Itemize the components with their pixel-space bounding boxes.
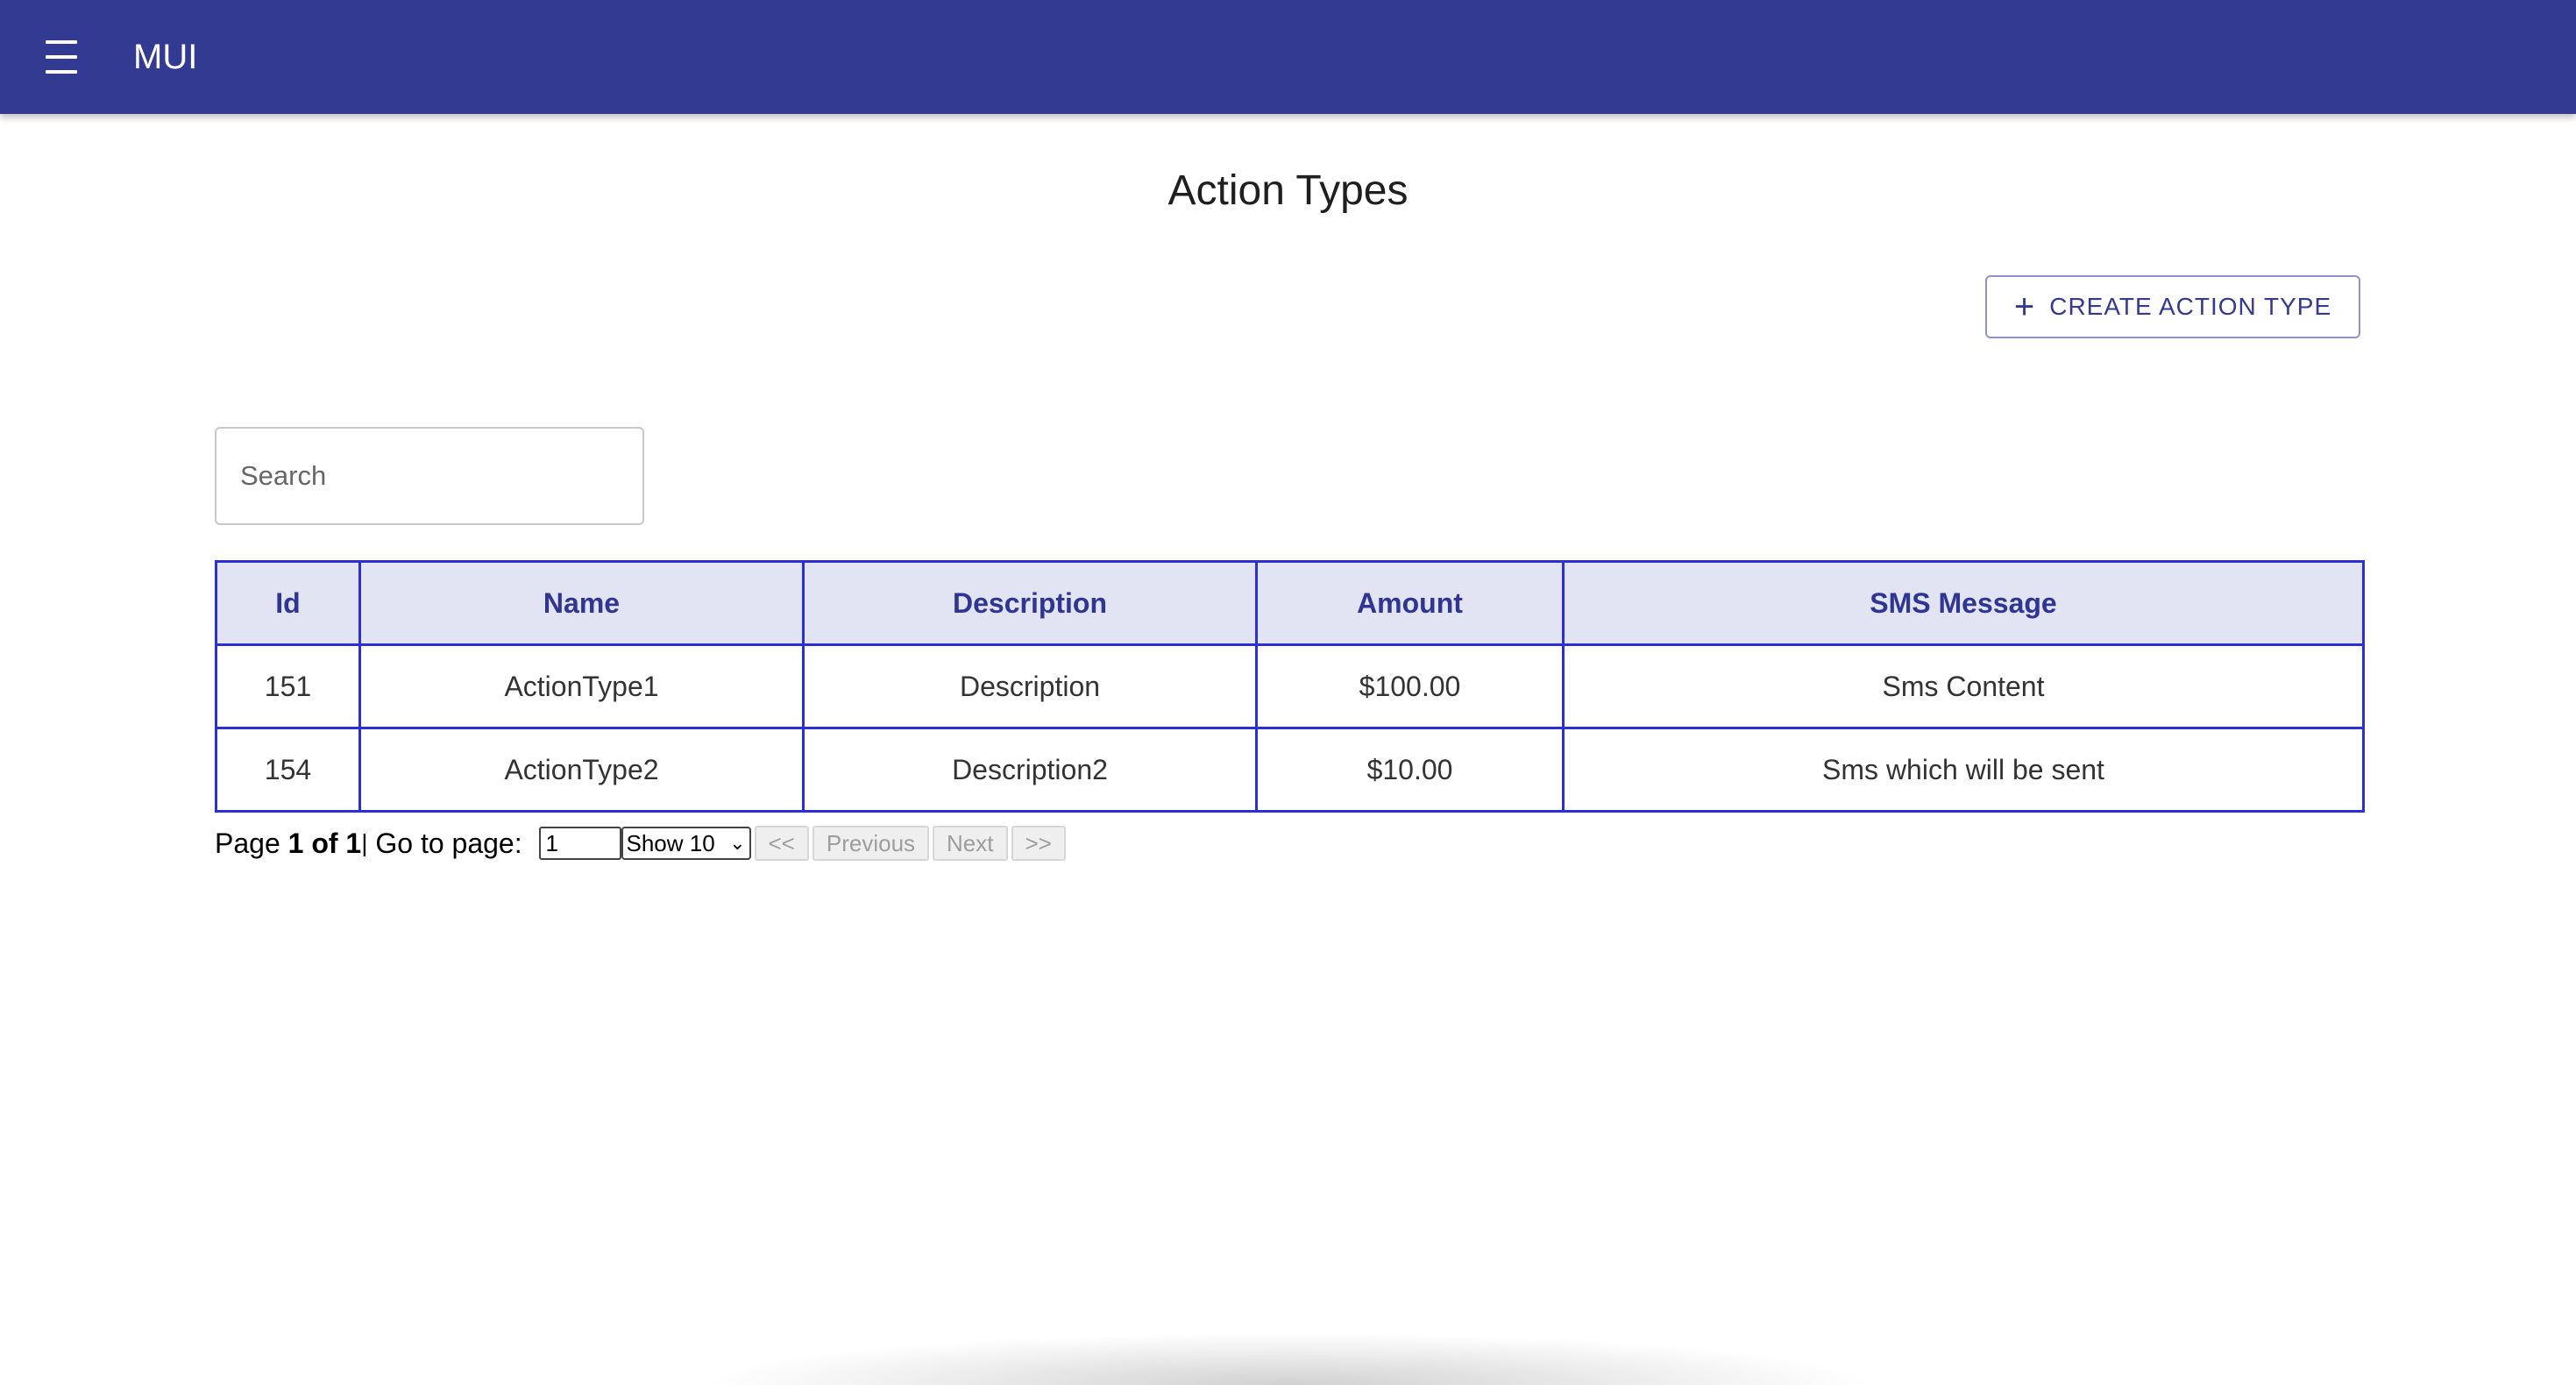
create-action-type-button[interactable]: + CREATE ACTION TYPE: [1985, 275, 2360, 338]
first-page-button[interactable]: <<: [754, 826, 809, 861]
goto-label: Go to page:: [367, 827, 530, 859]
cell-amount: $10.00: [1255, 727, 1565, 813]
app-title: MUI: [133, 38, 198, 76]
pagination-separator: |: [361, 829, 368, 856]
table-row[interactable]: 154 ActionType2 Description2 $10.00 Sms …: [215, 727, 2365, 813]
page-prefix: Page: [215, 827, 288, 859]
chevron-down-icon: ⌄: [729, 832, 746, 854]
column-header-id[interactable]: Id: [215, 560, 361, 646]
cell-id: 151: [215, 643, 361, 729]
goto-page-input[interactable]: [538, 827, 621, 860]
page-size-value: Show 10: [626, 829, 715, 856]
search-field[interactable]: [215, 427, 644, 525]
page-size-select[interactable]: Show 10 ⌄: [621, 827, 751, 860]
page-status: 1 of 1: [287, 827, 362, 859]
table-row[interactable]: 151 ActionType1 Description $100.00 Sms …: [215, 643, 2365, 729]
column-header-sms-message[interactable]: SMS Message: [1562, 560, 2365, 646]
previous-page-button[interactable]: Previous: [812, 826, 930, 861]
search-input[interactable]: [216, 429, 642, 523]
cell-sms-message: Sms Content: [1562, 643, 2365, 729]
plus-icon: +: [2013, 288, 2036, 326]
hamburger-menu-icon[interactable]: [44, 40, 82, 74]
pagination-bar: Page 1 of 1 | Go to page: Show 10 ⌄ << P…: [215, 824, 1066, 863]
create-button-label: CREATE ACTION TYPE: [2049, 293, 2332, 320]
next-page-button[interactable]: Next: [933, 826, 1008, 861]
app-bar: MUI: [0, 0, 2576, 114]
action-types-table: Id Name Description Amount SMS Message 1…: [215, 560, 2365, 813]
column-header-amount[interactable]: Amount: [1255, 560, 1565, 646]
column-header-name[interactable]: Name: [358, 560, 805, 646]
cell-amount: $100.00: [1255, 643, 1565, 729]
cell-name: ActionType1: [358, 643, 805, 729]
table-header-row: Id Name Description Amount SMS Message: [215, 560, 2365, 646]
cell-sms-message: Sms which will be sent: [1562, 727, 2365, 813]
column-header-description[interactable]: Description: [802, 560, 1258, 646]
page-title: Action Types: [1167, 167, 1409, 214]
cell-name: ActionType2: [358, 727, 805, 813]
cell-description: Description2: [802, 727, 1258, 813]
cell-description: Description: [802, 643, 1258, 729]
cell-id: 154: [215, 727, 361, 813]
last-page-button[interactable]: >>: [1011, 826, 1066, 861]
bottom-shadow: [701, 1332, 1876, 1385]
